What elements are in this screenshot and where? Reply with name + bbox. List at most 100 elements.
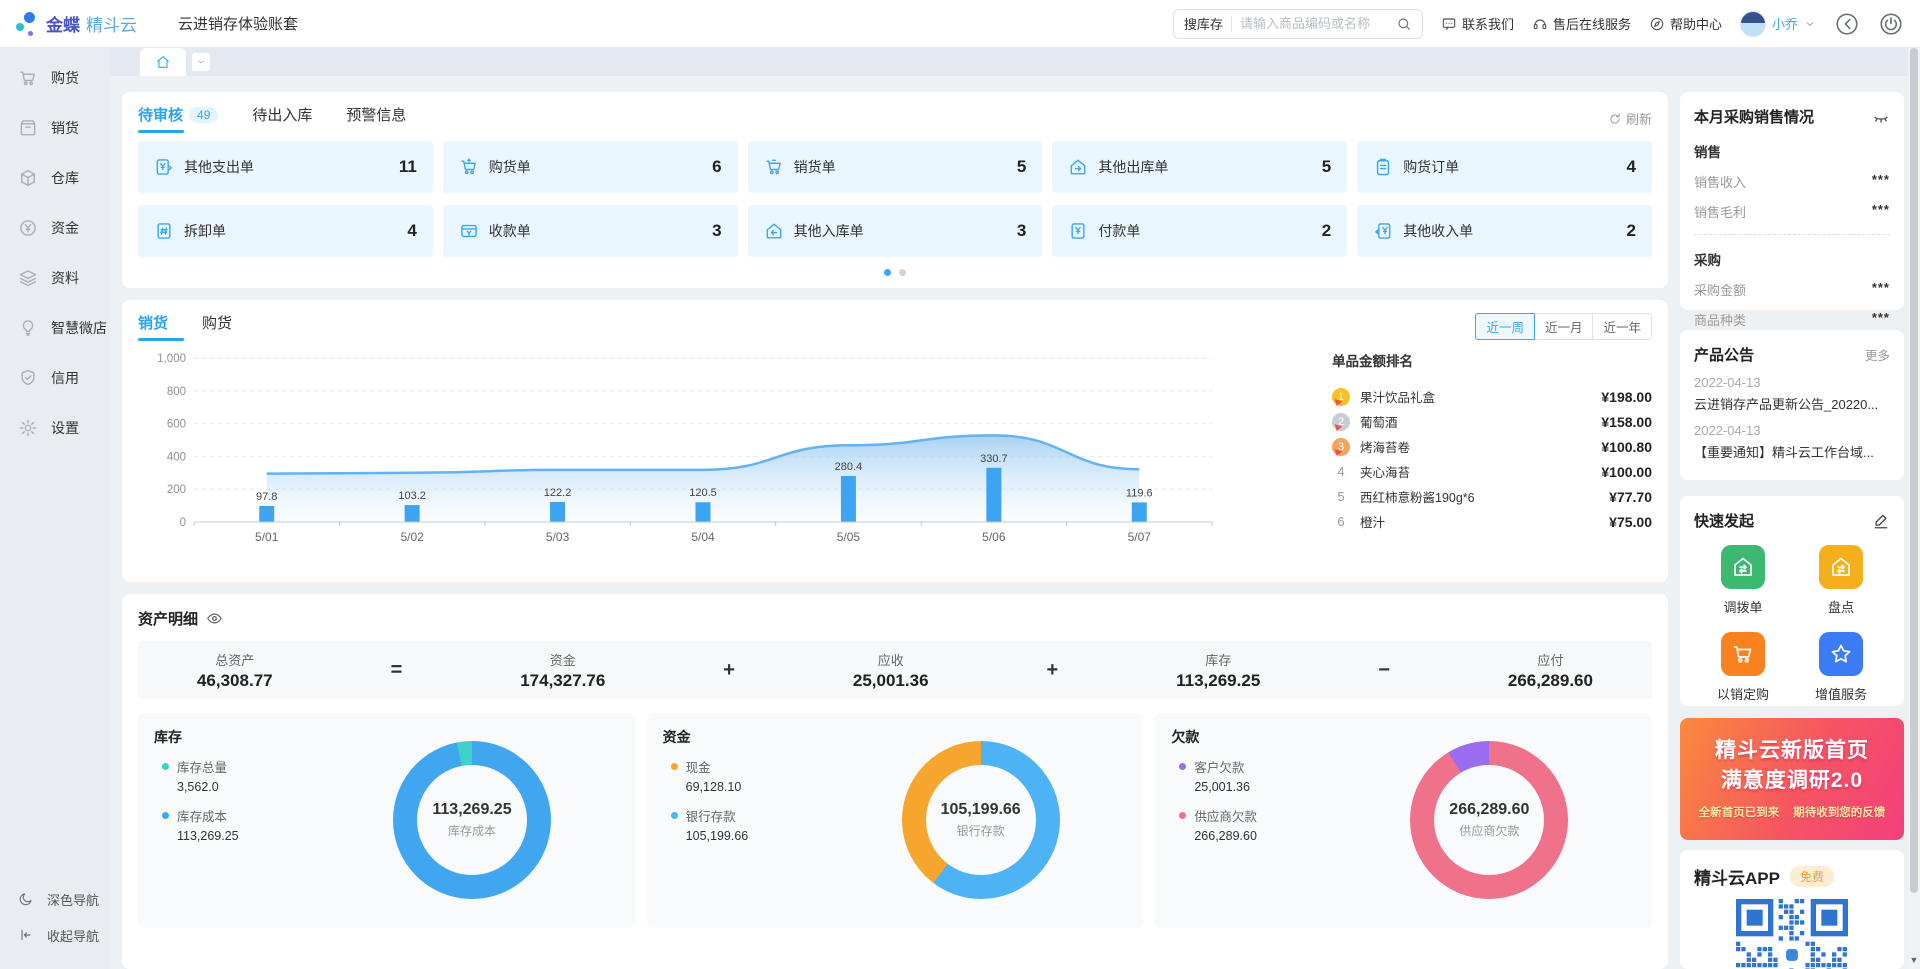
formula-value: 174,327.76 — [520, 671, 605, 691]
inventory-search[interactable]: 搜库存 — [1173, 9, 1423, 39]
todo-card-label: 其他支出单 — [184, 157, 254, 177]
scrollbar-down-arrow[interactable]: ▼ — [1909, 955, 1919, 965]
product-name: 西红柿意粉酱190g*6 — [1360, 487, 1599, 506]
announcement-1[interactable]: 2022-04-13 【重要通知】精斗云工作台域... — [1694, 423, 1890, 461]
ranking-row-3[interactable]: 3 烤海苔卷 ¥100.80 — [1332, 434, 1652, 459]
sales-trend-panel: 销货购货 近一周近一月近一年 02004006008001,000 97.810… — [122, 300, 1668, 582]
search-scope-label[interactable]: 搜库存 — [1184, 14, 1223, 33]
range-button-0[interactable]: 近一周 — [1475, 313, 1535, 340]
todo-tab-2[interactable]: 预警信息 — [346, 104, 406, 133]
tab-label: 待审核 — [138, 104, 183, 125]
ranking-row-1[interactable]: 1 果汁饮品礼盒 ¥198.00 — [1332, 384, 1652, 409]
app-title: 精斗云APP — [1694, 864, 1780, 889]
legend-item: 现金 69,128.10 — [671, 757, 749, 794]
more-link[interactable]: 更多 — [1865, 345, 1890, 364]
monthly-row-label: 商品种类 — [1694, 310, 1746, 329]
back-button[interactable] — [1834, 11, 1860, 37]
product-amount: ¥75.00 — [1609, 514, 1652, 530]
pagination-dot-1[interactable] — [899, 269, 906, 276]
sidebar-item-6[interactable]: 信用 — [0, 353, 110, 403]
announcement-0[interactable]: 2022-04-13 云进销存产品更新公告_20220... — [1694, 375, 1890, 413]
legend-dot — [1179, 812, 1186, 819]
sidebar-footer-1[interactable]: 收起导航 — [0, 917, 110, 953]
search-icon[interactable] — [1396, 16, 1412, 32]
house-out-icon — [1068, 157, 1088, 177]
todo-card-count: 2 — [1627, 221, 1636, 241]
toplink-1[interactable]: 售后在线服务 — [1532, 14, 1631, 33]
medal-rank-1-icon: 1 — [1332, 388, 1350, 406]
todo-tab-0[interactable]: 待审核49 — [138, 104, 218, 133]
ranking-row-4[interactable]: 4 夹心海苔 ¥100.00 — [1332, 459, 1652, 484]
app-logo[interactable]: 金蝶 精斗云 — [0, 9, 164, 39]
todo-card-3[interactable]: 其他出库单 5 — [1052, 141, 1347, 193]
legend-label: 库存成本 — [177, 806, 227, 825]
sales-tab-1[interactable]: 购货 — [202, 312, 232, 341]
todo-card-1[interactable]: 购货单 6 — [443, 141, 738, 193]
quick-action-3[interactable]: 增值服务 — [1792, 632, 1890, 703]
survey-banner[interactable]: 精斗云新版首页 满意度调研2.0 全新首页已到来 期待收到您的反馈 — [1680, 718, 1904, 840]
toplink-label: 售后在线服务 — [1553, 14, 1631, 33]
todo-card-5[interactable]: 拆卸单 4 — [138, 205, 433, 257]
ranking-row-5[interactable]: 5 西红柿意粉酱190g*6 ¥77.70 — [1332, 484, 1652, 509]
sidebar-item-4[interactable]: 资料 — [0, 253, 110, 303]
asset-card-inventory-donut: 库存 库存总量 3,562.0 库存成本 113,269.25 113,269.… — [138, 713, 635, 928]
ranking-row-2[interactable]: 2 葡萄酒 ¥158.00 — [1332, 409, 1652, 434]
refresh-button[interactable]: 刷新 — [1608, 109, 1652, 128]
todo-card-0[interactable]: 其他支出单 11 — [138, 141, 433, 193]
svg-text:400: 400 — [167, 451, 186, 463]
sales-tab-0[interactable]: 销货 — [138, 312, 168, 341]
quick-action-1[interactable]: 盘点 — [1792, 545, 1890, 616]
home-tab[interactable] — [140, 48, 186, 76]
quick-action-2[interactable]: 以销定购 — [1694, 632, 1792, 703]
sidebar-item-1[interactable]: 销货 — [0, 103, 110, 153]
todo-card-4[interactable]: 购货订单 4 — [1357, 141, 1652, 193]
toplink-label: 联系我们 — [1462, 14, 1514, 33]
product-name: 果汁饮品礼盒 — [1360, 387, 1591, 406]
monthly-row: 商品种类 *** — [1694, 310, 1890, 329]
search-divider — [1231, 16, 1232, 32]
banner-sub-right: 期待收到您的反馈 — [1793, 804, 1885, 820]
scrollbar-thumb[interactable] — [1910, 48, 1918, 893]
todo-card-2[interactable]: 销货单 5 — [748, 141, 1043, 193]
tab-dropdown-button[interactable] — [192, 53, 210, 71]
announcement-date: 2022-04-13 — [1694, 423, 1890, 438]
cart-icon — [18, 68, 38, 88]
todo-tab-1[interactable]: 待出入库 — [252, 104, 312, 133]
todo-card-label: 购货单 — [489, 157, 531, 177]
svg-text:280.4: 280.4 — [835, 461, 863, 473]
eye-icon[interactable] — [206, 610, 223, 627]
todo-card-8[interactable]: 付款单 2 — [1052, 205, 1347, 257]
search-input[interactable] — [1240, 16, 1388, 31]
pagination-dot-0[interactable] — [884, 269, 891, 276]
monthly-row-value: *** — [1872, 202, 1890, 221]
logout-button[interactable] — [1878, 11, 1904, 37]
sidebar-item-3[interactable]: 资金 — [0, 203, 110, 253]
bulb-icon — [18, 318, 38, 338]
sidebar-item-5[interactable]: 智慧微店 — [0, 303, 110, 353]
svg-text:120.5: 120.5 — [689, 487, 717, 499]
sidebar-item-2[interactable]: 仓库 — [0, 153, 110, 203]
sidebar-item-label: 仓库 — [51, 168, 79, 188]
range-button-2[interactable]: 近一年 — [1592, 313, 1652, 340]
avatar[interactable] — [1740, 11, 1766, 37]
sidebar-item-7[interactable]: 设置 — [0, 403, 110, 453]
range-button-1[interactable]: 近一月 — [1534, 313, 1594, 340]
user-menu[interactable]: 小乔 — [1740, 11, 1816, 37]
ranking-row-6[interactable]: 6 橙汁 ¥75.00 — [1332, 509, 1652, 534]
legend-label: 客户欠款 — [1194, 757, 1244, 776]
sidebar-footer-0[interactable]: 深色导航 — [0, 881, 110, 917]
product-name: 橙汁 — [1360, 512, 1599, 531]
quick-action-0[interactable]: 调拨单 — [1694, 545, 1792, 616]
pencil-icon[interactable] — [1872, 512, 1890, 530]
quick-title: 快速发起 — [1694, 510, 1754, 531]
todo-card-7[interactable]: 其他入库单 3 — [748, 205, 1043, 257]
todo-card-6[interactable]: 收款单 3 — [443, 205, 738, 257]
legend-dot — [162, 763, 169, 770]
sidebar-item-0[interactable]: 购货 — [0, 53, 110, 103]
todo-card-9[interactable]: 其他收入单 2 — [1357, 205, 1652, 257]
legend-value: 266,289.60 — [1194, 829, 1257, 843]
monthly-group-name: 采购 — [1694, 249, 1890, 269]
toplink-0[interactable]: 联系我们 — [1441, 14, 1514, 33]
eye-closed-icon[interactable] — [1872, 108, 1890, 126]
toplink-2[interactable]: 帮助中心 — [1649, 14, 1722, 33]
